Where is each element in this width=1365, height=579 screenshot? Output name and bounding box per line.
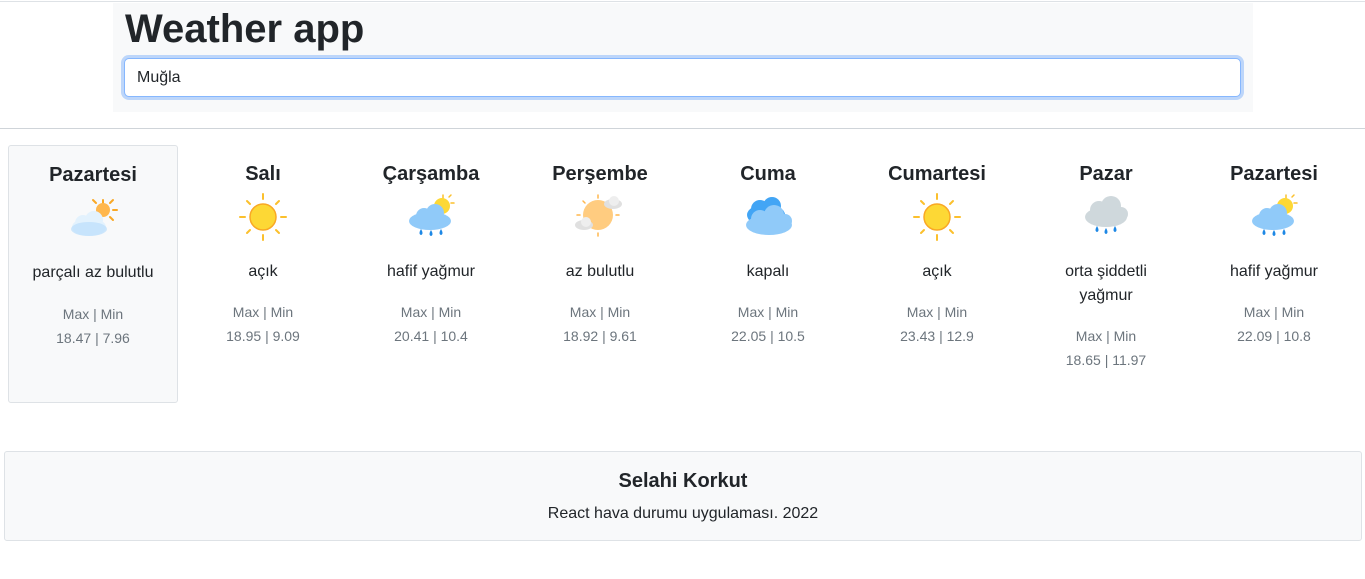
footer-description: React hava durumu uygulaması. 2022	[547, 505, 819, 522]
header: Weather app	[113, 3, 1253, 112]
day-name: Çarşamba	[382, 163, 480, 185]
max-min-values: 20.41 | 10.4	[394, 328, 468, 344]
max-min-values: 18.92 | 9.61	[563, 328, 637, 344]
day-card-pazartesi[interactable]: Pazartesi hafif yağmur Max | Min 22.09 |…	[1189, 145, 1359, 403]
rain-cloud-icon	[1080, 193, 1132, 241]
max-min-values: 18.65 | 11.97	[1065, 352, 1147, 368]
max-min-values: 22.05 | 10.5	[731, 328, 805, 344]
day-description: hafif yağmur	[386, 263, 476, 280]
day-name: Pazartesi	[1230, 163, 1318, 185]
sun-icon	[237, 193, 289, 241]
day-description: açık	[248, 263, 278, 280]
day-card-carsamba[interactable]: Çarşamba hafif yağmur Max | Min 20.41 | …	[346, 145, 516, 403]
top-divider	[0, 1, 1365, 2]
header-divider	[0, 128, 1365, 129]
sun-behind-clouds-icon	[574, 193, 626, 241]
max-min-label: Max | Min	[569, 304, 631, 320]
day-card-cumartesi[interactable]: Cumartesi açık Max | Min 23.43 | 12.9	[852, 145, 1022, 403]
max-min-label: Max | Min	[906, 304, 968, 320]
partly-cloudy-icon	[67, 194, 119, 242]
max-min-label: Max | Min	[232, 304, 294, 320]
footer-author: Selahi Korkut	[618, 470, 748, 492]
day-name: Pazartesi	[49, 164, 137, 186]
day-name: Perşembe	[552, 163, 648, 185]
max-min-label: Max | Min	[62, 306, 124, 322]
footer: Selahi Korkut React hava durumu uygulama…	[4, 451, 1362, 541]
app-title: Weather app	[125, 7, 365, 51]
day-name: Cumartesi	[888, 163, 986, 185]
day-description: açık	[922, 263, 952, 280]
overcast-cloud-icon	[742, 193, 794, 241]
max-min-values: 18.95 | 9.09	[226, 328, 300, 344]
max-min-values: 23.43 | 12.9	[900, 328, 974, 344]
max-min-label: Max | Min	[400, 304, 462, 320]
max-min-label: Max | Min	[1075, 328, 1137, 344]
day-description: orta şiddetli yağmur	[1065, 263, 1147, 304]
day-description: hafif yağmur	[1229, 263, 1319, 280]
day-name: Salı	[245, 163, 281, 185]
day-card-cuma[interactable]: Cuma kapalı Max | Min 22.05 | 10.5	[683, 145, 853, 403]
sun-rain-cloud-icon	[1248, 193, 1300, 241]
max-min-label: Max | Min	[1243, 304, 1305, 320]
day-description: az bulutlu	[565, 263, 635, 280]
day-name: Pazar	[1079, 163, 1133, 185]
sun-icon	[911, 193, 963, 241]
city-search-input[interactable]	[124, 58, 1241, 97]
day-name: Cuma	[740, 163, 796, 185]
max-min-label: Max | Min	[737, 304, 799, 320]
max-min-values: 18.47 | 7.96	[56, 330, 130, 346]
day-card-pazar[interactable]: Pazar orta şiddetli yağmur Max | Min 18.…	[1021, 145, 1191, 403]
day-description: kapalı	[746, 263, 790, 280]
sun-rain-cloud-icon	[405, 193, 457, 241]
day-card-pazartesi-selected[interactable]: Pazartesi parçalı az bulutlu Max | Min 1…	[8, 145, 178, 403]
day-description: parçalı az bulutlu	[32, 264, 154, 281]
day-card-sali[interactable]: Salı açık Max | Min 18.95 | 9.09	[178, 145, 348, 403]
day-card-persembe[interactable]: Perşembe az bulutlu Max | Min 18.92 | 9.…	[515, 145, 685, 403]
max-min-values: 22.09 | 10.8	[1237, 328, 1311, 344]
